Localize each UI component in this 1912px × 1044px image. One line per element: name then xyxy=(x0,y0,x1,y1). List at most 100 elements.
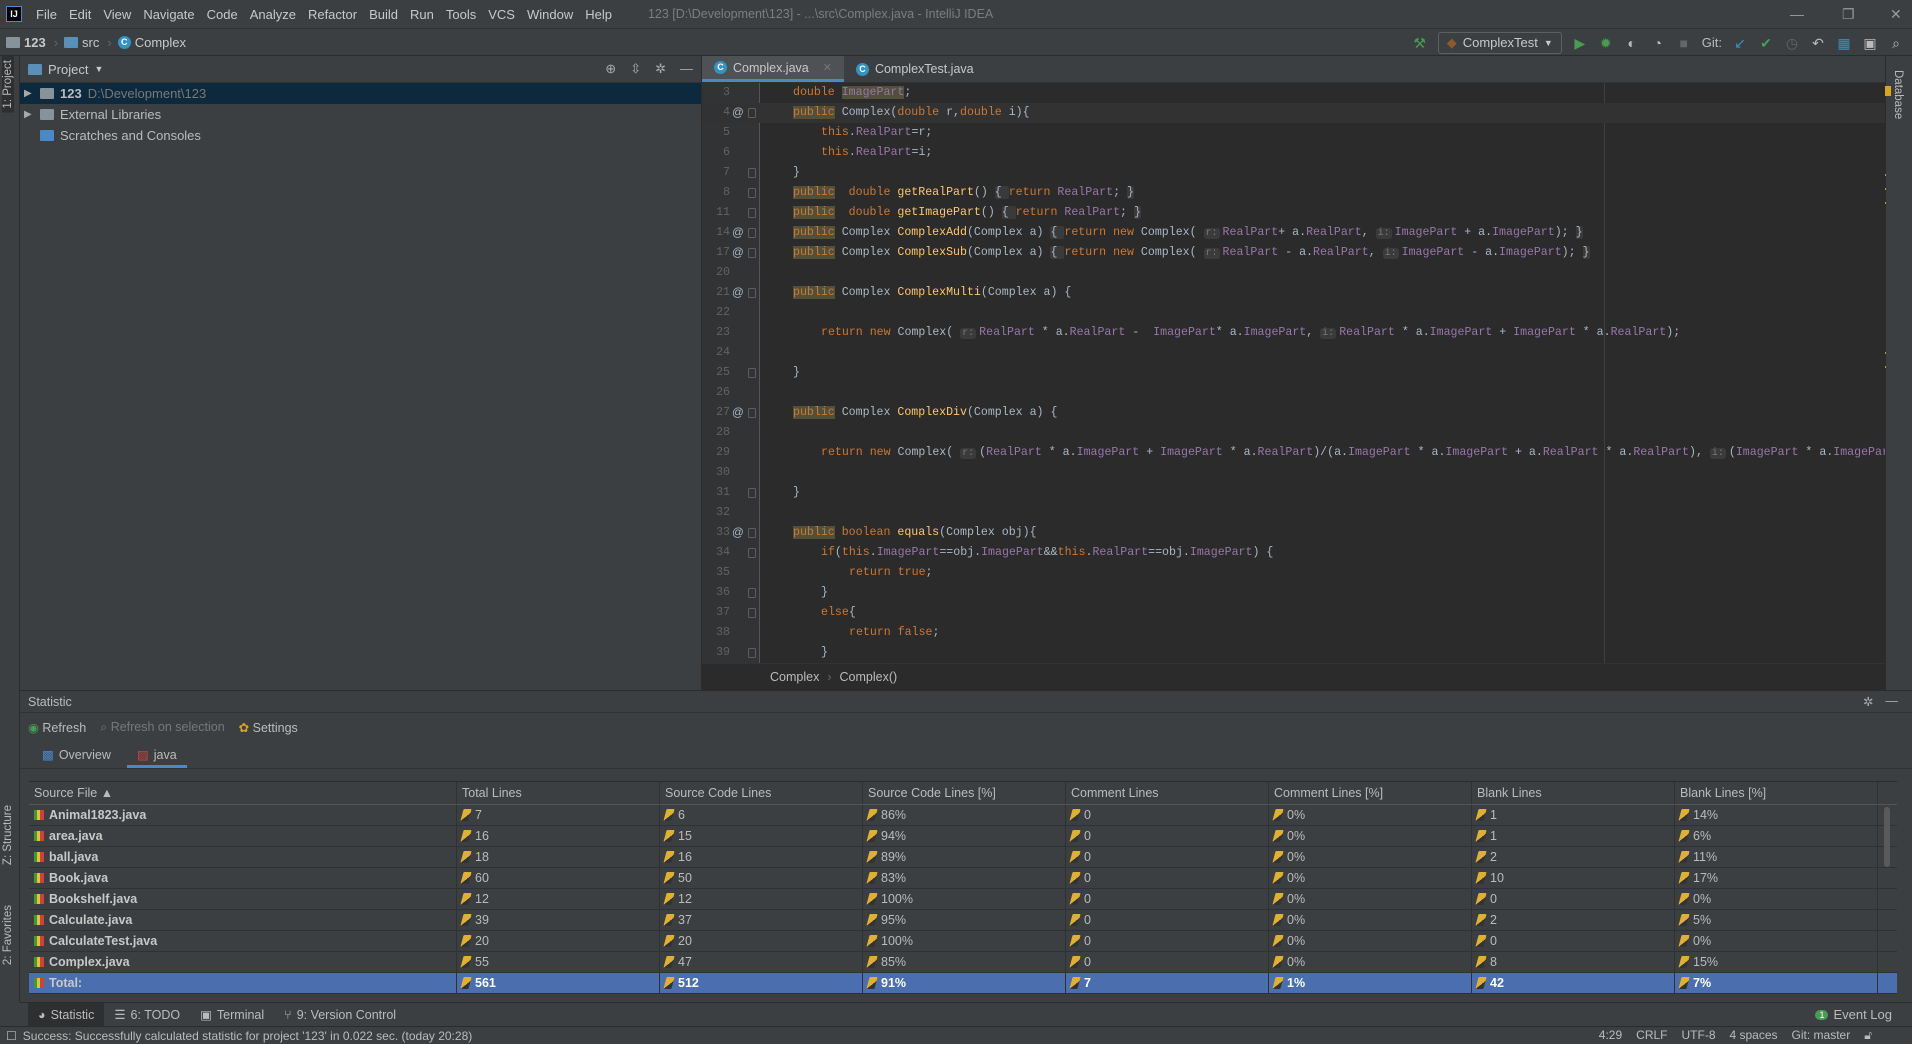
menu-code[interactable]: Code xyxy=(201,7,244,22)
code-line[interactable]: 31} xyxy=(702,483,1885,503)
table-row[interactable]: ball.java 18 16 89% 0 0% 2 11% xyxy=(29,847,1897,868)
code-line[interactable]: 5 this.RealPart=r; xyxy=(702,123,1885,143)
menu-tools[interactable]: Tools xyxy=(440,7,482,22)
stop-icon[interactable]: ■ xyxy=(1676,35,1692,51)
event-log-button[interactable]: 1 Event Log xyxy=(1815,1007,1912,1022)
run-icon[interactable]: ▶ xyxy=(1572,35,1588,51)
code-line[interactable]: 38 return false; xyxy=(702,623,1885,643)
breadcrumb-class[interactable]: C Complex xyxy=(117,35,186,50)
column-header[interactable]: Source Code Lines [%] xyxy=(863,782,1066,804)
code-line[interactable]: 8 public double getRealPart() { return Re… xyxy=(702,183,1885,203)
tree-item[interactable]: ▶ External Libraries xyxy=(20,104,701,125)
menu-window[interactable]: Window xyxy=(521,7,579,22)
tab-java[interactable]: ▨ java xyxy=(126,747,187,768)
column-header[interactable]: Comment Lines xyxy=(1066,782,1269,804)
table-row[interactable]: area.java 16 15 94% 0 0% 1 6% xyxy=(29,826,1897,847)
git-rollback-icon[interactable]: ↶ xyxy=(1810,35,1826,51)
code-line[interactable]: 34 if(this.ImagePart==obj.ImagePart&&this… xyxy=(702,543,1885,563)
code-line[interactable]: 25} xyxy=(702,363,1885,383)
minimize-button[interactable]: — xyxy=(1790,6,1804,22)
fold-marker-icon[interactable] xyxy=(748,168,756,178)
code-line[interactable]: 28 xyxy=(702,423,1885,443)
menu-navigate[interactable]: Navigate xyxy=(137,7,200,22)
code-line[interactable]: 32 xyxy=(702,503,1885,523)
fold-marker-icon[interactable] xyxy=(748,208,756,218)
code-line[interactable]: 4 @ public Complex(double r,double i){ xyxy=(702,103,1885,123)
fold-marker-icon[interactable] xyxy=(748,188,756,198)
maximize-button[interactable]: ❐ xyxy=(1842,6,1855,23)
project-panel-title[interactable]: Project xyxy=(48,62,88,77)
close-tab-icon[interactable]: ✕ xyxy=(823,61,832,74)
code-line[interactable]: 17 @ public Complex ComplexSub(Complex a) … xyxy=(702,243,1885,263)
column-header[interactable]: Comment Lines [%] xyxy=(1269,782,1472,804)
column-header[interactable]: Blank Lines xyxy=(1472,782,1675,804)
fold-marker-icon[interactable] xyxy=(748,248,756,258)
menu-file[interactable]: File xyxy=(30,7,63,22)
tab-statistic[interactable]: ◕ Statistic xyxy=(28,1003,105,1026)
column-header[interactable]: Source File ▲ xyxy=(29,782,457,804)
fold-marker-icon[interactable] xyxy=(748,408,756,418)
breadcrumb-src[interactable]: src › xyxy=(64,35,112,50)
file-encoding[interactable]: UTF-8 xyxy=(1682,1028,1716,1043)
fold-marker-icon[interactable] xyxy=(748,228,756,238)
fold-marker-icon[interactable] xyxy=(748,108,756,118)
fold-marker-icon[interactable] xyxy=(748,608,756,618)
refresh-button[interactable]: ◉ Refresh xyxy=(28,720,86,735)
code-line[interactable]: 26 xyxy=(702,383,1885,403)
code-breadcrumb-method[interactable]: Complex() xyxy=(840,670,898,684)
code-line[interactable]: 29 return new Complex( r: (RealPart * a.Im… xyxy=(702,443,1885,463)
menu-edit[interactable]: Edit xyxy=(63,7,97,22)
settings-button[interactable]: ✿ Settings xyxy=(239,720,298,735)
hide-icon[interactable]: — xyxy=(1886,694,1899,709)
tab-terminal[interactable]: ▣ Terminal xyxy=(190,1003,274,1026)
fold-marker-icon[interactable] xyxy=(748,488,756,498)
menu-run[interactable]: Run xyxy=(404,7,440,22)
table-total-row[interactable]: Total: 561 512 91% 7 1% 42 7% xyxy=(29,973,1897,994)
profile-icon[interactable]: ◔ xyxy=(1650,35,1666,51)
column-header[interactable]: Blank Lines [%] xyxy=(1675,782,1878,804)
tree-item[interactable]: Scratches and Consoles xyxy=(20,125,701,146)
expand-arrow-icon[interactable]: ▶ xyxy=(24,109,34,120)
fold-marker-icon[interactable] xyxy=(748,368,756,378)
column-header[interactable]: Source Code Lines xyxy=(660,782,863,804)
menu-help[interactable]: Help xyxy=(579,7,618,22)
code-line[interactable]: 37 else{ xyxy=(702,603,1885,623)
code-breadcrumb-class[interactable]: Complex xyxy=(770,670,819,684)
git-commit-icon[interactable]: ✔ xyxy=(1758,35,1774,51)
code-line[interactable]: 30 xyxy=(702,463,1885,483)
fold-marker-icon[interactable] xyxy=(748,648,756,658)
table-scrollbar[interactable] xyxy=(1884,807,1890,867)
table-row[interactable]: CalculateTest.java 20 20 100% 0 0% 0 0% xyxy=(29,931,1897,952)
menu-build[interactable]: Build xyxy=(363,7,404,22)
code-line[interactable]: 39} xyxy=(702,643,1885,663)
tab-favorites[interactable]: 2: Favorites xyxy=(2,901,14,969)
table-row[interactable]: Book.java 60 50 83% 0 0% 10 17% xyxy=(29,868,1897,889)
line-separator[interactable]: CRLF xyxy=(1636,1028,1667,1043)
git-update-icon[interactable]: ↙ xyxy=(1732,35,1748,51)
override-marker-icon[interactable]: @ xyxy=(732,403,744,423)
menu-refactor[interactable]: Refactor xyxy=(302,7,363,22)
tab--version-control[interactable]: ⑂ 9: Version Control xyxy=(274,1003,406,1026)
code-line[interactable]: 23 return new Complex( r: RealPart * a.Rea… xyxy=(702,323,1885,343)
coverage-icon[interactable]: ◐ xyxy=(1624,35,1640,51)
table-row[interactable]: Animal1823.java 7 6 86% 0 0% 1 14% xyxy=(29,805,1897,826)
code-line[interactable]: 11 public double getImagePart() { return … xyxy=(702,203,1885,223)
override-marker-icon[interactable]: @ xyxy=(732,523,744,543)
collapse-all-icon[interactable]: ⇳ xyxy=(630,61,641,77)
override-marker-icon[interactable]: @ xyxy=(732,223,744,243)
chevron-down-icon[interactable]: ▼ xyxy=(94,64,103,74)
breadcrumb-project[interactable]: 123 › xyxy=(6,35,58,50)
tree-item[interactable]: ▶ 123 D:\Development\123 xyxy=(20,83,701,104)
code-line[interactable]: 3 double ImagePart; xyxy=(702,83,1885,103)
code-line[interactable]: 7} xyxy=(702,163,1885,183)
code-area[interactable]: 3 double ImagePart; 4 @ public Complex(doubl… xyxy=(702,83,1885,663)
gear-icon[interactable]: ✲ xyxy=(655,61,666,77)
gear-icon[interactable]: ✲ xyxy=(1863,694,1873,709)
menu-view[interactable]: View xyxy=(97,7,137,22)
menu-vcs[interactable]: VCS xyxy=(482,7,521,22)
expand-arrow-icon[interactable]: ▶ xyxy=(24,88,34,99)
tab-complex-java[interactable]: C Complex.java ✕ xyxy=(702,56,844,82)
table-row[interactable]: Calculate.java 39 37 95% 0 0% 2 5% xyxy=(29,910,1897,931)
fold-marker-icon[interactable] xyxy=(748,548,756,558)
tab-structure[interactable]: Z: Structure xyxy=(2,801,14,869)
